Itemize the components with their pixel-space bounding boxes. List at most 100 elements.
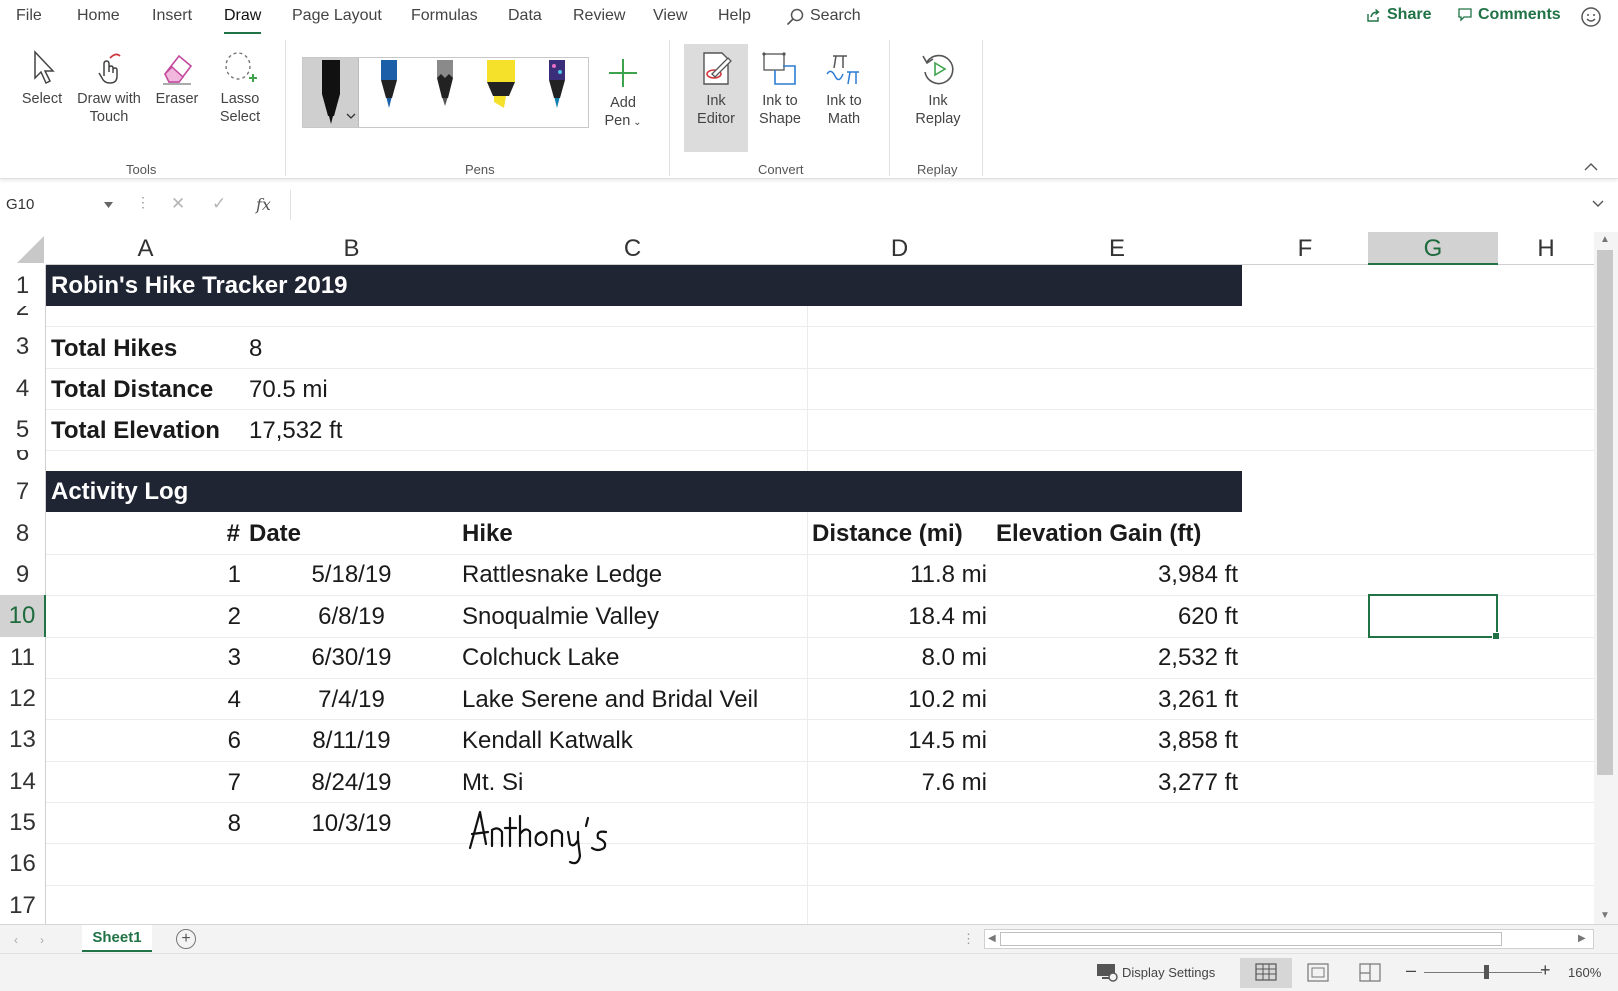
header-date[interactable]: Date [249, 513, 301, 554]
pen-yellow-highlighter[interactable] [473, 58, 529, 127]
header-num[interactable]: # [200, 513, 240, 554]
row-header-2[interactable]: 2 [0, 306, 46, 326]
row-header-11[interactable]: 11 [0, 637, 46, 678]
column-header-e[interactable]: E [992, 232, 1242, 265]
zoom-out-button[interactable]: – [1406, 960, 1416, 981]
add-sheet-button[interactable]: + [176, 929, 196, 949]
header-distance[interactable]: Distance (mi) [812, 513, 963, 554]
row-header-7[interactable]: 7 [0, 471, 46, 513]
tab-data[interactable]: Data [508, 7, 542, 25]
formula-input[interactable] [290, 190, 1590, 220]
cell-elevation[interactable]: 3,858 ft [992, 720, 1238, 761]
expand-formula-bar-icon[interactable] [1592, 200, 1604, 208]
tab-help[interactable]: Help [718, 7, 751, 25]
cell-elevation[interactable]: 3,277 ft [992, 762, 1238, 803]
chevron-down-icon[interactable] [104, 202, 113, 208]
tab-review[interactable]: Review [573, 7, 625, 25]
cell-date[interactable]: 6/8/19 [245, 596, 458, 637]
name-box[interactable]: G10 [0, 190, 120, 220]
cell-hike[interactable]: Kendall Katwalk [462, 720, 633, 761]
cell-date[interactable]: 7/4/19 [245, 679, 458, 720]
insert-function-button[interactable]: fx [256, 195, 271, 214]
zoom-level[interactable]: 160% [1568, 965, 1601, 980]
next-sheet-icon[interactable]: › [40, 933, 44, 947]
cell-elevation[interactable]: 3,984 ft [992, 554, 1238, 595]
cell-hike[interactable]: Colchuck Lake [462, 637, 619, 678]
zoom-in-button[interactable]: + [1540, 960, 1551, 981]
pen-gray[interactable] [417, 58, 473, 127]
summary-value[interactable]: 17,532 ft [249, 410, 342, 451]
search-box[interactable]: Search [810, 7, 861, 25]
scroll-up-icon[interactable]: ▲ [1600, 234, 1610, 245]
pen-galaxy[interactable] [529, 58, 585, 127]
lasso-select-button[interactable]: Lasso Select [212, 50, 268, 126]
pen-blue[interactable] [361, 58, 417, 127]
eraser-button[interactable]: Eraser [150, 50, 204, 108]
tab-formulas[interactable]: Formulas [411, 7, 478, 25]
cell-hike[interactable]: Rattlesnake Ledge [462, 554, 662, 595]
summary-label[interactable]: Total Hikes [51, 328, 177, 369]
prev-sheet-icon[interactable]: ‹ [14, 933, 18, 947]
row-header-15[interactable]: 15 [0, 802, 46, 843]
row-header-17[interactable]: 17 [0, 885, 46, 924]
cell-date[interactable]: 10/3/19 [245, 803, 458, 844]
cell-elevation[interactable]: 2,532 ft [992, 637, 1238, 678]
row-header-3[interactable]: 3 [0, 326, 46, 368]
zoom-slider-track[interactable] [1424, 972, 1542, 973]
header-elevation[interactable]: Elevation Gain (ft) [996, 513, 1201, 554]
cell-elevation[interactable]: 3,261 ft [992, 679, 1238, 720]
ink-drawing-anthonys[interactable] [462, 800, 632, 870]
cell-num[interactable]: 3 [200, 637, 241, 678]
ink-to-shape-button[interactable]: Ink to Shape [752, 50, 808, 128]
tab-draw[interactable]: Draw [224, 7, 262, 35]
row-header-8[interactable]: 8 [0, 513, 46, 554]
summary-label[interactable]: Total Distance [51, 369, 213, 410]
column-header-c[interactable]: C [458, 232, 807, 265]
more-options-icon[interactable]: ⋮ [136, 194, 150, 211]
page-layout-view-button[interactable] [1292, 958, 1344, 988]
cell-distance[interactable]: 8.0 mi [807, 637, 987, 678]
search-icon[interactable] [786, 8, 804, 26]
row-header-6[interactable]: 6 [0, 450, 46, 471]
select-all-corner[interactable] [0, 232, 46, 265]
draw-with-touch-button[interactable]: Draw with Touch [72, 50, 146, 126]
horizontal-scroll-thumb[interactable] [1000, 932, 1502, 946]
share-button[interactable]: Share [1367, 6, 1431, 24]
cell-distance[interactable]: 18.4 mi [807, 596, 987, 637]
summary-value[interactable]: 8 [249, 328, 262, 369]
sheet-tab-sheet1[interactable]: Sheet1 [82, 925, 152, 952]
tab-view[interactable]: View [653, 7, 687, 25]
tab-home[interactable]: Home [77, 7, 120, 25]
row-header-4[interactable]: 4 [0, 368, 46, 409]
comments-button[interactable]: Comments [1458, 6, 1561, 24]
column-header-a[interactable]: A [46, 232, 245, 265]
cell-date[interactable]: 5/18/19 [245, 554, 458, 595]
row-header-12[interactable]: 12 [0, 678, 46, 719]
column-header-h[interactable]: H [1498, 232, 1594, 265]
column-header-d[interactable]: D [807, 232, 992, 265]
row-header-5[interactable]: 5 [0, 409, 46, 450]
cell-num[interactable]: 1 [200, 554, 241, 595]
cell-distance[interactable]: 7.6 mi [807, 762, 987, 803]
ink-to-math-button[interactable]: Ink to Math [816, 50, 872, 128]
cell-date[interactable]: 8/24/19 [245, 762, 458, 803]
cell-hike[interactable]: Snoqualmie Valley [462, 596, 659, 637]
cell-date[interactable]: 6/30/19 [245, 637, 458, 678]
page-break-view-button[interactable] [1344, 958, 1396, 988]
add-pen-button[interactable]: Add Pen ⌄ [598, 56, 648, 132]
cell-num[interactable]: 6 [200, 720, 241, 761]
ink-editor-button[interactable]: Ink Editor [684, 44, 748, 152]
zoom-slider-thumb[interactable] [1484, 965, 1489, 979]
activity-log-banner[interactable]: Activity Log [46, 471, 1242, 512]
cell-hike[interactable]: Lake Serene and Bridal Veil [462, 679, 758, 720]
enter-check-icon[interactable]: ✓ [212, 194, 226, 214]
tab-page-layout[interactable]: Page Layout [292, 7, 382, 25]
cell-distance[interactable]: 11.8 mi [807, 554, 987, 595]
cell-distance[interactable]: 14.5 mi [807, 720, 987, 761]
active-cell-g10[interactable] [1368, 594, 1500, 640]
tab-insert[interactable]: Insert [152, 7, 192, 25]
tab-file[interactable]: File [16, 7, 42, 25]
select-button[interactable]: Select [14, 50, 70, 108]
cell-elevation[interactable]: 620 ft [992, 596, 1238, 637]
display-settings-button[interactable]: Display Settings [1122, 965, 1215, 980]
